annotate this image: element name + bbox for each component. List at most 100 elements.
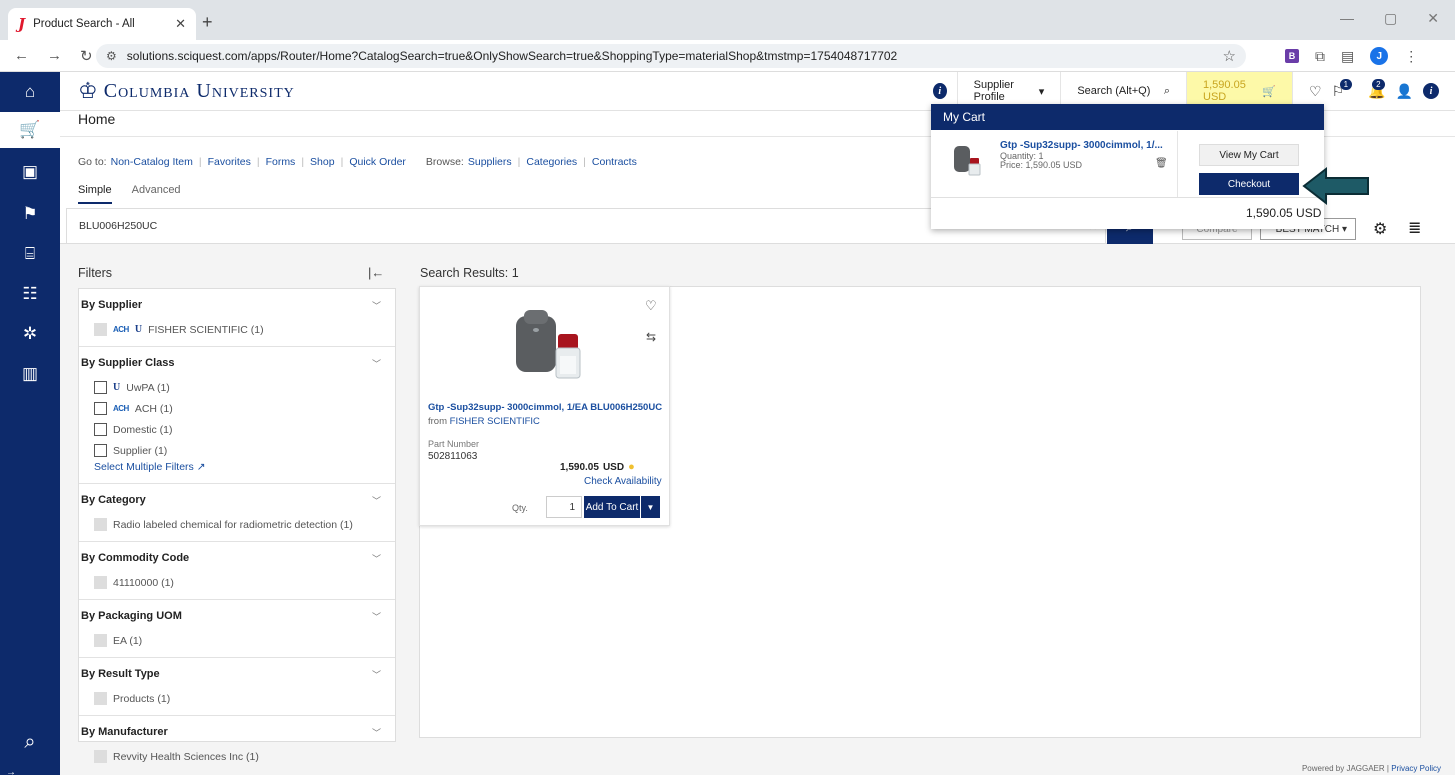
browse-categories[interactable]: Categories <box>526 156 577 168</box>
profile-avatar[interactable]: J <box>1370 47 1389 65</box>
tab-advanced[interactable]: Advanced <box>132 184 181 204</box>
bookmark-star-icon[interactable]: ☆ <box>1223 47 1236 65</box>
expand-nav-icon[interactable]: → <box>6 767 16 775</box>
add-to-cart-button[interactable]: Add To Cart <box>584 496 640 518</box>
filter-checkbox[interactable] <box>94 444 107 457</box>
filter-group-header[interactable]: By Result Type ﹀ <box>79 666 395 682</box>
filter-group-header[interactable]: By Supplier ﹀ <box>79 297 395 313</box>
user-icon[interactable]: 👤 <box>1396 83 1413 100</box>
minimize-icon[interactable]: — <box>1340 10 1354 27</box>
filter-checkbox <box>94 692 107 705</box>
filter-checkbox[interactable] <box>94 381 107 394</box>
goto-quick-order[interactable]: Quick Order <box>349 156 406 168</box>
quantity-input[interactable]: 1 <box>546 496 582 518</box>
compare-icon[interactable]: ⇆ <box>646 330 656 344</box>
check-availability-link[interactable]: Check Availability <box>584 476 662 487</box>
privacy-policy-link[interactable]: Privacy Policy <box>1391 764 1441 773</box>
restore-icon[interactable]: ▢ <box>1384 10 1397 27</box>
url-field[interactable]: ⚙ solutions.sciquest.com/apps/Router/Hom… <box>96 44 1246 68</box>
filter-group-header[interactable]: By Packaging UOM ﹀ <box>79 608 395 624</box>
browse-suppliers[interactable]: Suppliers <box>468 156 512 168</box>
url-text: solutions.sciquest.com/apps/Router/Home?… <box>126 49 898 63</box>
close-window-icon[interactable]: ✕ <box>1427 10 1439 27</box>
filter-option[interactable]: Supplier (1) <box>79 440 395 461</box>
filter-group-manufacturer: By Manufacturer ﹀ Revvity Health Sciences… <box>79 716 395 773</box>
goto-forms[interactable]: Forms <box>266 156 296 168</box>
browser-nav: ← → ↻ <box>14 47 93 65</box>
filter-checkbox <box>94 576 107 589</box>
back-icon[interactable]: ← <box>14 47 29 65</box>
forward-icon[interactable]: → <box>47 47 62 65</box>
browser-tab[interactable]: J Product Search - All ✕ <box>8 8 196 40</box>
product-price: 1,590.05 USD ● <box>560 461 635 473</box>
filter-option-label: Revvity Health Sciences Inc (1) <box>113 750 259 763</box>
product-name-link[interactable]: Gtp -Sup32supp- 3000cimmol, 1/EA BLU006H… <box>428 402 662 413</box>
close-tab-icon[interactable]: ✕ <box>175 16 186 32</box>
gear-icon[interactable]: ⚙ <box>1373 219 1387 239</box>
filter-checkbox[interactable] <box>94 423 107 436</box>
help-icon[interactable]: i <box>1423 83 1440 99</box>
filter-option-label: ACH (1) <box>134 402 173 415</box>
suppliers-icon[interactable]: ☷ <box>0 276 60 312</box>
action-items-badge: 1 <box>1339 78 1353 90</box>
filter-group-label: By Commodity Code <box>81 552 190 564</box>
select-multiple-filters-link[interactable]: Select Multiple Filters ↗ <box>79 461 395 477</box>
goto-shop[interactable]: Shop <box>310 156 335 168</box>
university-logo[interactable]: ♔ Columbia University <box>78 78 295 104</box>
search-icon[interactable]: ⌕ <box>0 724 60 760</box>
reports-icon[interactable]: ▥ <box>0 356 60 392</box>
filter-group-header[interactable]: By Supplier Class ﹀ <box>79 355 395 371</box>
accounts-payable-icon[interactable]: ⌸ <box>0 236 60 272</box>
favorite-heart-icon[interactable]: ♡ <box>645 298 657 314</box>
search-icon[interactable]: ⌕ <box>1164 85 1170 98</box>
goto-label: Go to: <box>78 156 107 168</box>
filter-checkbox <box>94 518 107 531</box>
product-image[interactable] <box>512 306 584 384</box>
cart-dropdown-title: My Cart <box>931 104 1324 130</box>
filter-option[interactable]: ACH ACH (1) <box>79 398 395 419</box>
view-my-cart-button[interactable]: View My Cart <box>1199 144 1299 166</box>
site-info-icon[interactable]: ⚙ <box>106 49 117 63</box>
reading-list-icon[interactable]: ▤ <box>1341 48 1354 65</box>
tab-simple[interactable]: Simple <box>78 184 112 204</box>
filter-option-label: Products (1) <box>113 692 171 705</box>
results-title: Search Results: 1 <box>420 266 519 280</box>
browse-contracts[interactable]: Contracts <box>592 156 637 168</box>
checkout-button[interactable]: Checkout <box>1199 173 1299 195</box>
university-name: Columbia University <box>103 79 295 102</box>
ach-logo-icon: ACH <box>113 404 129 413</box>
extensions-puzzle-icon[interactable]: ⧉ <box>1315 48 1325 65</box>
collapse-filters-icon[interactable]: |← <box>368 265 384 280</box>
action-items-icon[interactable]: ⚐ 1 <box>1332 78 1353 100</box>
favorites-heart-icon[interactable]: ♡ <box>1309 83 1322 100</box>
filter-checkbox[interactable] <box>94 402 107 415</box>
u-logo-icon: U <box>134 324 143 335</box>
home-icon[interactable]: ⌂ <box>0 74 60 110</box>
goto-favorites[interactable]: Favorites <box>208 156 251 168</box>
approvals-icon[interactable]: ⚑ <box>0 196 60 232</box>
filter-option-label: FISHER SCIENTIFIC (1) <box>148 323 264 336</box>
shop-cart-icon[interactable]: 🛒 <box>0 112 60 148</box>
new-tab-icon[interactable]: + <box>202 12 213 33</box>
goto-non-catalog-item[interactable]: Non-Catalog Item <box>111 156 193 168</box>
list-view-icon[interactable]: ≣ <box>1408 218 1421 238</box>
filter-group-header[interactable]: By Commodity Code ﹀ <box>79 550 395 566</box>
setup-icon[interactable]: ✲ <box>0 316 60 352</box>
cart-item-name[interactable]: Gtp -Sup32supp- 3000cimmol, 1/... <box>1000 140 1163 151</box>
supplier-link[interactable]: FISHER SCIENTIFIC <box>450 416 540 427</box>
filter-group-header[interactable]: By Manufacturer ﹀ <box>79 724 395 740</box>
extension-b-icon[interactable]: B <box>1285 49 1299 63</box>
browser-menu-icon[interactable]: ⋮ <box>1404 48 1418 65</box>
notifications-bell-icon[interactable]: 🔔 2 <box>1368 78 1386 100</box>
reload-icon[interactable]: ↻ <box>80 47 93 65</box>
trash-icon[interactable]: 🗑 <box>1155 158 1168 169</box>
filter-option[interactable]: Domestic (1) <box>79 419 395 440</box>
filter-group-header[interactable]: By Category ﹀ <box>79 492 395 508</box>
info-icon[interactable]: i <box>933 83 947 99</box>
add-to-cart-dropdown[interactable]: ▼ <box>641 496 660 518</box>
search-mode-tabs: Simple Advanced <box>78 184 181 204</box>
from-label: from <box>428 416 447 427</box>
orders-icon[interactable]: ▣ <box>0 154 60 190</box>
filter-option[interactable]: U UwPA (1) <box>79 377 395 398</box>
window-controls: — ▢ ✕ <box>1340 10 1439 27</box>
